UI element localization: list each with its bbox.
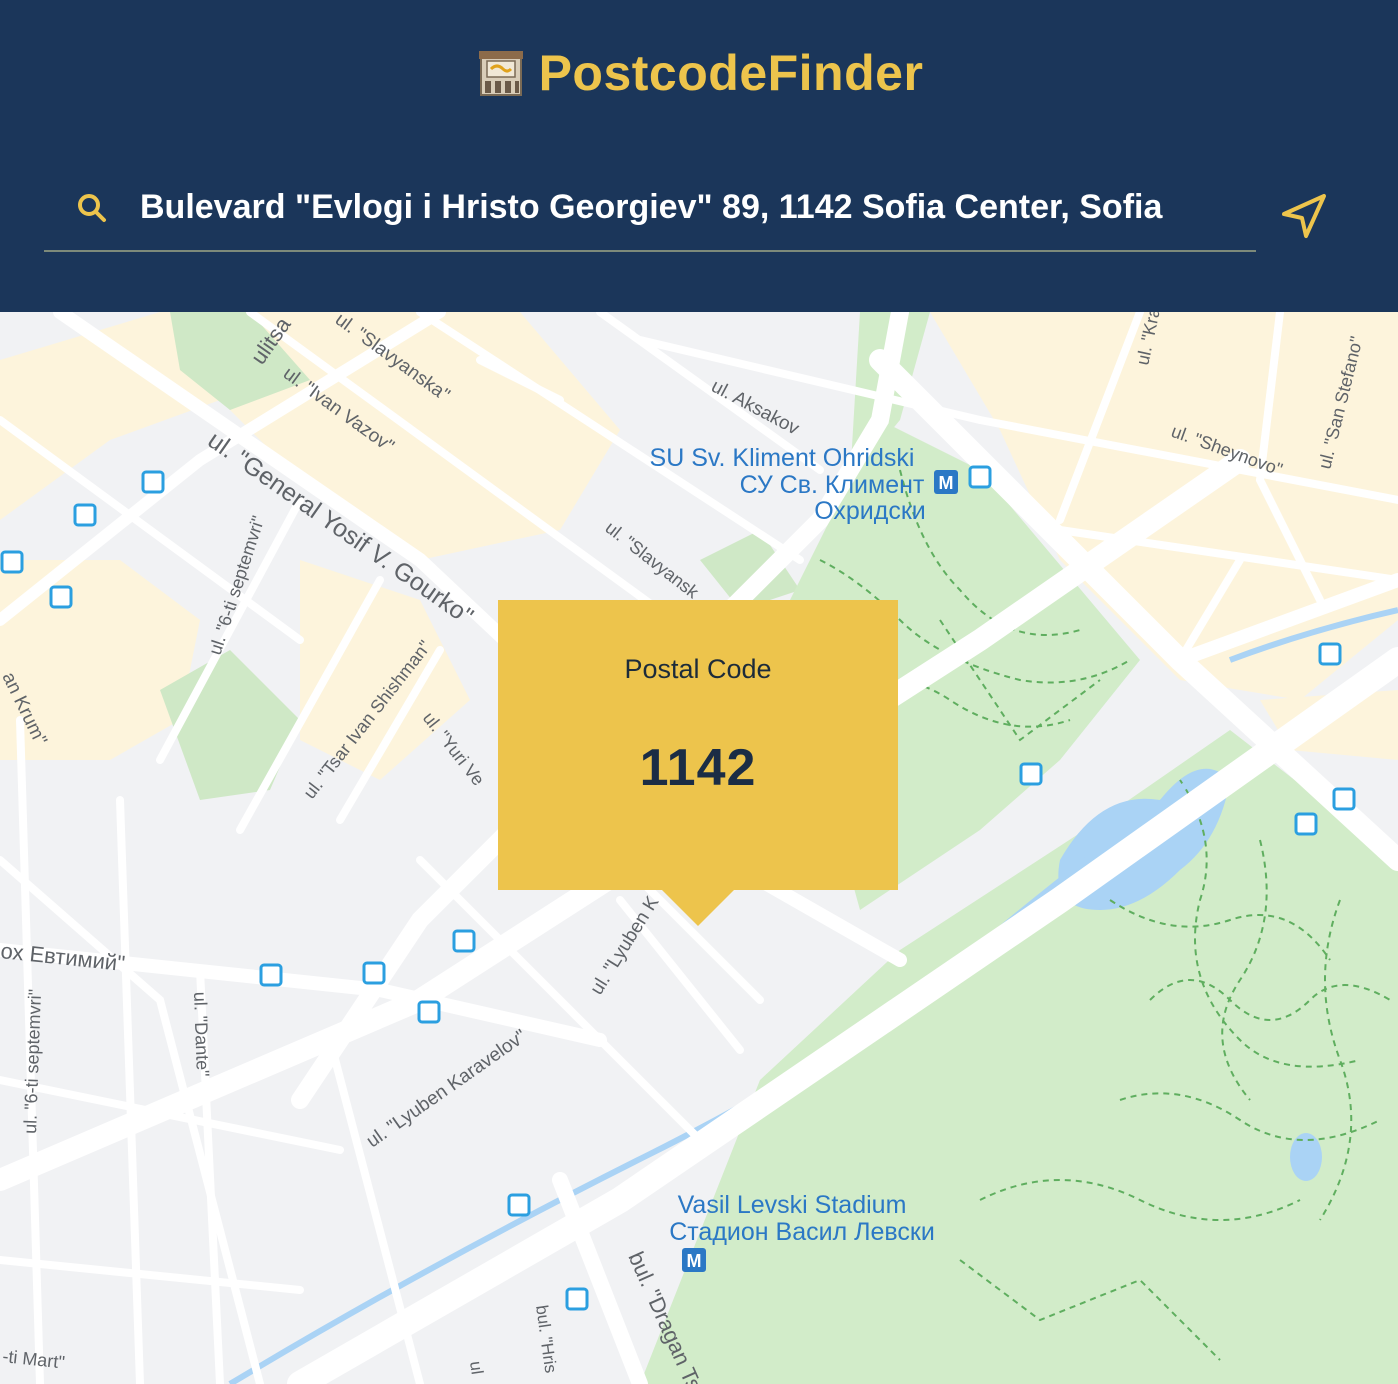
tram-stop-icon	[49, 585, 73, 609]
navigation-arrow-icon[interactable]	[1276, 188, 1332, 244]
place-label: SU Sv. Kliment Ohridski	[650, 444, 915, 472]
metro-marker: M	[934, 470, 958, 494]
bus-stop-icon	[1318, 642, 1342, 666]
bus-stop-icon	[1019, 762, 1043, 786]
popup-pointer	[660, 888, 736, 926]
street-label: ul	[466, 1360, 487, 1376]
bus-stop-icon	[73, 503, 97, 527]
street-label: ul. "Dante"	[190, 991, 213, 1076]
postal-code-popup: Postal Code 1142	[498, 600, 898, 890]
search-icon[interactable]	[76, 192, 108, 224]
svg-text:M: M	[687, 1251, 702, 1271]
postal-code-label: Postal Code	[624, 654, 772, 684]
metro-marker: M	[682, 1248, 706, 1272]
place-label: Стадион Васил Левски	[669, 1218, 935, 1246]
search-bar	[44, 170, 1256, 252]
tram-stop-icon	[0, 550, 24, 574]
post-office-icon	[478, 51, 523, 96]
postal-code-value: 1142	[639, 739, 757, 797]
app-title: PostcodeFinder	[538, 45, 924, 101]
bus-stop-icon	[452, 929, 476, 953]
bus-stop-icon	[259, 963, 283, 987]
place-label: Охридски	[814, 497, 926, 525]
app-header: PostcodeFinder	[0, 0, 1398, 312]
tram-stop-icon	[565, 1287, 589, 1311]
bus-stop-icon	[1294, 812, 1318, 836]
place-label: Vasil Levski Stadium	[678, 1191, 907, 1219]
address-search-input[interactable]	[140, 176, 1204, 238]
bus-stop-icon	[968, 465, 992, 489]
brand: PostcodeFinder	[0, 44, 1398, 104]
place-label: СУ Св. Климент	[740, 471, 925, 499]
svg-text:M: M	[939, 473, 954, 493]
bus-stop-icon	[141, 470, 165, 494]
tram-stop-icon	[362, 961, 386, 985]
tram-stop-icon	[417, 1000, 441, 1024]
bus-stop-icon	[1332, 787, 1356, 811]
bus-stop-icon	[507, 1193, 531, 1217]
